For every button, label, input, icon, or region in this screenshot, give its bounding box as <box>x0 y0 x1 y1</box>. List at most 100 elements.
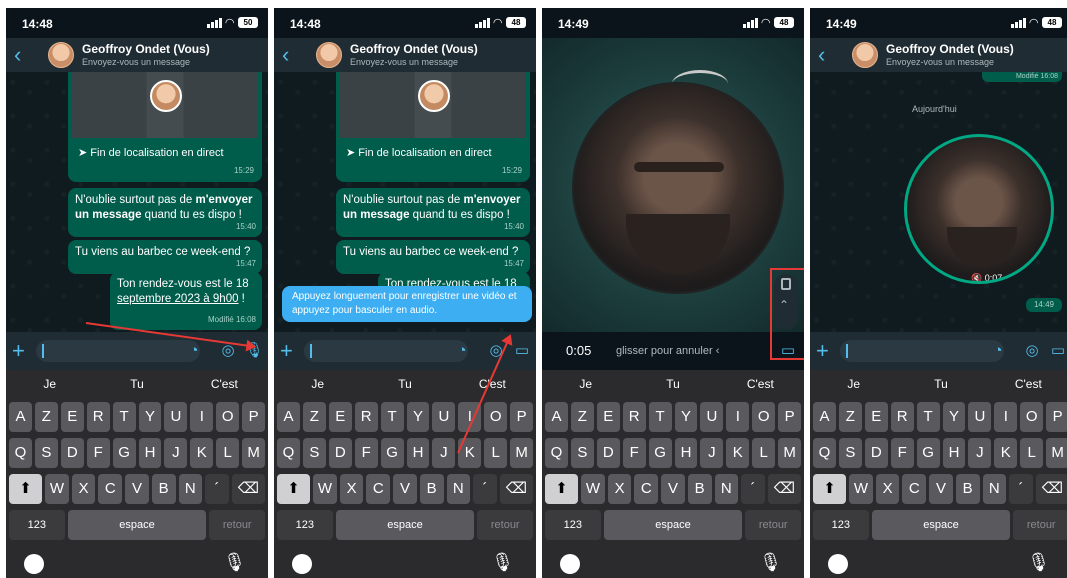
suggestion[interactable]: C'est <box>181 370 268 398</box>
plus-icon[interactable]: + <box>12 338 25 364</box>
key[interactable]: Q <box>277 438 300 468</box>
key[interactable]: V <box>125 474 149 504</box>
key[interactable]: M <box>1046 438 1067 468</box>
suggestion[interactable]: Je <box>6 370 93 398</box>
suggestion[interactable]: Je <box>274 370 361 398</box>
key[interactable]: Q <box>545 438 568 468</box>
key[interactable]: C <box>902 474 927 504</box>
key[interactable]: U <box>968 402 992 432</box>
numbers-key[interactable]: 123 <box>9 510 65 540</box>
key[interactable]: L <box>216 438 240 468</box>
key[interactable]: O <box>484 402 508 432</box>
key[interactable]: I <box>190 402 214 432</box>
camera-icon[interactable]: ◎ <box>1022 341 1042 361</box>
backspace-key[interactable]: ⌫ <box>499 474 533 504</box>
key[interactable]: G <box>916 438 940 468</box>
key[interactable]: Y <box>942 402 966 432</box>
key[interactable]: B <box>151 474 176 504</box>
key[interactable]: W <box>45 474 69 504</box>
key[interactable]: W <box>313 474 337 504</box>
key[interactable]: R <box>354 402 378 432</box>
back-icon[interactable]: ‹ <box>818 42 825 68</box>
plus-icon[interactable]: + <box>816 338 829 364</box>
key[interactable]: W <box>581 474 605 504</box>
avatar[interactable] <box>852 42 878 68</box>
key[interactable]: D <box>60 438 84 468</box>
key[interactable]: V <box>393 474 417 504</box>
key[interactable]: A <box>277 402 300 432</box>
suggestion[interactable]: Je <box>810 370 897 398</box>
key[interactable]: E <box>864 402 888 432</box>
key[interactable]: S <box>302 438 326 468</box>
backspace-key[interactable]: ⌫ <box>231 474 265 504</box>
key[interactable]: Y <box>138 402 162 432</box>
return-key[interactable]: retour <box>477 510 534 540</box>
key[interactable]: R <box>890 402 914 432</box>
message-bubble[interactable]: Ton rendez-vous est le 18 septembre 2023… <box>110 272 262 330</box>
backspace-key[interactable]: ⌫ <box>1035 474 1067 504</box>
numbers-key[interactable]: 123 <box>277 510 333 540</box>
video-message[interactable]: 🔇 0:07 <box>904 134 1054 284</box>
message-input[interactable] <box>36 340 200 362</box>
message-link[interactable]: septembre 2023 à 9h00 <box>117 293 238 305</box>
key[interactable]: G <box>112 438 136 468</box>
return-key[interactable]: retour <box>209 510 266 540</box>
key[interactable]: J <box>432 438 456 468</box>
emoji-icon[interactable] <box>828 554 848 574</box>
key[interactable]: X <box>339 474 364 504</box>
contact-name[interactable]: Geoffroy Ondet (Vous) <box>82 42 210 56</box>
key[interactable]: E <box>596 402 620 432</box>
message-bubble[interactable]: N'oublie surtout pas de m'envoyer un mes… <box>336 188 530 237</box>
key[interactable]: ´ <box>473 474 497 504</box>
key[interactable]: D <box>596 438 620 468</box>
key[interactable]: K <box>190 438 214 468</box>
key[interactable]: N <box>982 474 1007 504</box>
key[interactable]: M <box>778 438 802 468</box>
key[interactable]: U <box>164 402 188 432</box>
key[interactable]: T <box>648 402 672 432</box>
key[interactable]: A <box>545 402 568 432</box>
key[interactable]: C <box>366 474 391 504</box>
key[interactable]: F <box>354 438 378 468</box>
key[interactable]: ´ <box>1009 474 1033 504</box>
video-camera-icon[interactable]: ▭ <box>512 341 532 361</box>
key[interactable]: Q <box>813 438 836 468</box>
key[interactable]: W <box>849 474 873 504</box>
key[interactable]: U <box>432 402 456 432</box>
key[interactable]: Z <box>838 402 862 432</box>
plus-icon[interactable]: + <box>280 338 293 364</box>
shift-key[interactable]: ⬆ <box>277 474 311 504</box>
key[interactable]: K <box>994 438 1018 468</box>
key[interactable]: Y <box>674 402 698 432</box>
key[interactable]: P <box>510 402 534 432</box>
key[interactable]: X <box>875 474 900 504</box>
key[interactable]: N <box>714 474 739 504</box>
key[interactable]: U <box>700 402 724 432</box>
key[interactable]: Z <box>34 402 58 432</box>
back-icon[interactable]: ‹ <box>282 42 289 68</box>
dictation-icon[interactable]: 🎙 <box>759 552 782 573</box>
key[interactable]: I <box>994 402 1018 432</box>
key[interactable]: E <box>328 402 352 432</box>
backspace-key[interactable]: ⌫ <box>767 474 801 504</box>
key[interactable]: L <box>1020 438 1044 468</box>
key[interactable]: S <box>838 438 862 468</box>
shift-key[interactable]: ⬆ <box>9 474 43 504</box>
key[interactable]: T <box>380 402 404 432</box>
back-icon[interactable]: ‹ <box>14 42 21 68</box>
suggestion[interactable]: Tu <box>897 370 984 398</box>
key[interactable]: C <box>98 474 123 504</box>
key[interactable]: B <box>687 474 712 504</box>
key[interactable]: L <box>752 438 776 468</box>
key[interactable]: A <box>813 402 836 432</box>
key[interactable]: O <box>216 402 240 432</box>
key[interactable]: K <box>726 438 750 468</box>
key[interactable]: P <box>778 402 802 432</box>
key[interactable]: C <box>634 474 659 504</box>
key[interactable]: H <box>138 438 162 468</box>
key[interactable]: I <box>726 402 750 432</box>
message-bubble[interactable]: N'oublie surtout pas de m'envoyer un mes… <box>68 188 262 237</box>
key[interactable]: D <box>864 438 888 468</box>
dictation-icon[interactable]: 🎙 <box>491 552 514 573</box>
return-key[interactable]: retour <box>1013 510 1067 540</box>
